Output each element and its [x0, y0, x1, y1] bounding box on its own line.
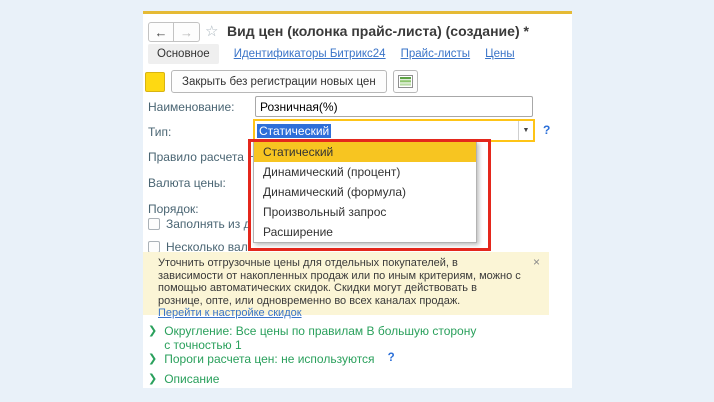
- dropdown-item-dynamic-percent[interactable]: Динамический (процент): [254, 162, 476, 182]
- currency-label: Валюта цены:: [148, 176, 226, 190]
- back-button[interactable]: ←: [148, 22, 174, 42]
- section-price-thresholds[interactable]: ❯ Пороги расчета цен: не используются ?: [148, 352, 395, 366]
- dropdown-item-dynamic-formula[interactable]: Динамический (формула): [254, 182, 476, 202]
- thresholds-section-label: Пороги расчета цен: не используются: [164, 352, 375, 366]
- name-field-label: Наименование:: [148, 100, 235, 114]
- type-dropdown-arrow[interactable]: ▼: [518, 121, 533, 140]
- tab-bar: Основное Идентификаторы Битрикс24 Прайс-…: [148, 44, 515, 64]
- dropdown-item-extension[interactable]: Расширение: [254, 222, 476, 242]
- fill-from-docs-label: Заполнять из докум: [166, 217, 251, 231]
- dropdown-item-custom-query[interactable]: Произвольный запрос: [254, 202, 476, 222]
- close-without-register-button[interactable]: Закрыть без регистрации новых цен: [171, 70, 387, 93]
- tab-bitrix24-identifiers[interactable]: Идентификаторы Битрикс24: [234, 48, 386, 60]
- type-field-label: Тип:: [148, 125, 172, 139]
- save-and-close-icon-button[interactable]: [145, 71, 165, 92]
- type-combobox[interactable]: Статический ▼: [253, 119, 535, 142]
- chevron-right-icon: ❯: [148, 325, 158, 337]
- thresholds-help-icon[interactable]: ?: [388, 352, 395, 366]
- type-dropdown-list: Статический Динамический (процент) Динам…: [253, 141, 477, 243]
- banner-text: Уточнить отгрузочные цены для отдельных …: [158, 257, 521, 307]
- nav-button-group: ← →: [148, 22, 200, 42]
- type-combobox-value-area[interactable]: Статический: [255, 121, 518, 140]
- page-title: Вид цен (колонка прайс-листа) (создание)…: [227, 23, 529, 39]
- chevron-right-icon: ❯: [148, 373, 158, 385]
- fill-from-docs-checkbox[interactable]: [148, 218, 160, 230]
- toolbar: Закрыть без регистрации новых цен: [145, 70, 418, 93]
- tab-price-lists[interactable]: Прайс-листы: [401, 48, 470, 60]
- section-description[interactable]: ❯ Описание: [148, 372, 219, 386]
- name-input[interactable]: [255, 96, 533, 117]
- price-list-report-button[interactable]: [392, 70, 418, 93]
- type-help-icon[interactable]: ?: [543, 123, 550, 137]
- forward-button[interactable]: →: [174, 22, 200, 42]
- price-table-icon: [397, 75, 413, 88]
- tab-prices[interactable]: Цены: [485, 48, 515, 60]
- section-rounding[interactable]: ❯ Округление: Все цены по правилам В бол…: [148, 324, 482, 352]
- chevron-right-icon: ❯: [148, 353, 158, 365]
- price-type-form-window: ← → ☆ Вид цен (колонка прайс-листа) (соз…: [143, 11, 572, 388]
- discounts-info-banner: Уточнить отгрузочные цены для отдельных …: [143, 252, 549, 319]
- tab-main[interactable]: Основное: [148, 44, 219, 64]
- banner-close-icon[interactable]: ×: [533, 256, 540, 268]
- fill-from-docs-checkbox-row: Заполнять из докум: [148, 217, 251, 231]
- favorite-star-icon[interactable]: ☆: [205, 23, 218, 41]
- order-label: Порядок:: [148, 202, 199, 216]
- discount-settings-link[interactable]: Перейти к настройке скидок: [158, 307, 302, 319]
- type-selected-text: Статический: [257, 123, 332, 138]
- description-section-label: Описание: [164, 372, 220, 386]
- rounding-section-label: Округление: Все цены по правилам В больш…: [164, 324, 477, 352]
- dropdown-item-static[interactable]: Статический: [254, 142, 476, 162]
